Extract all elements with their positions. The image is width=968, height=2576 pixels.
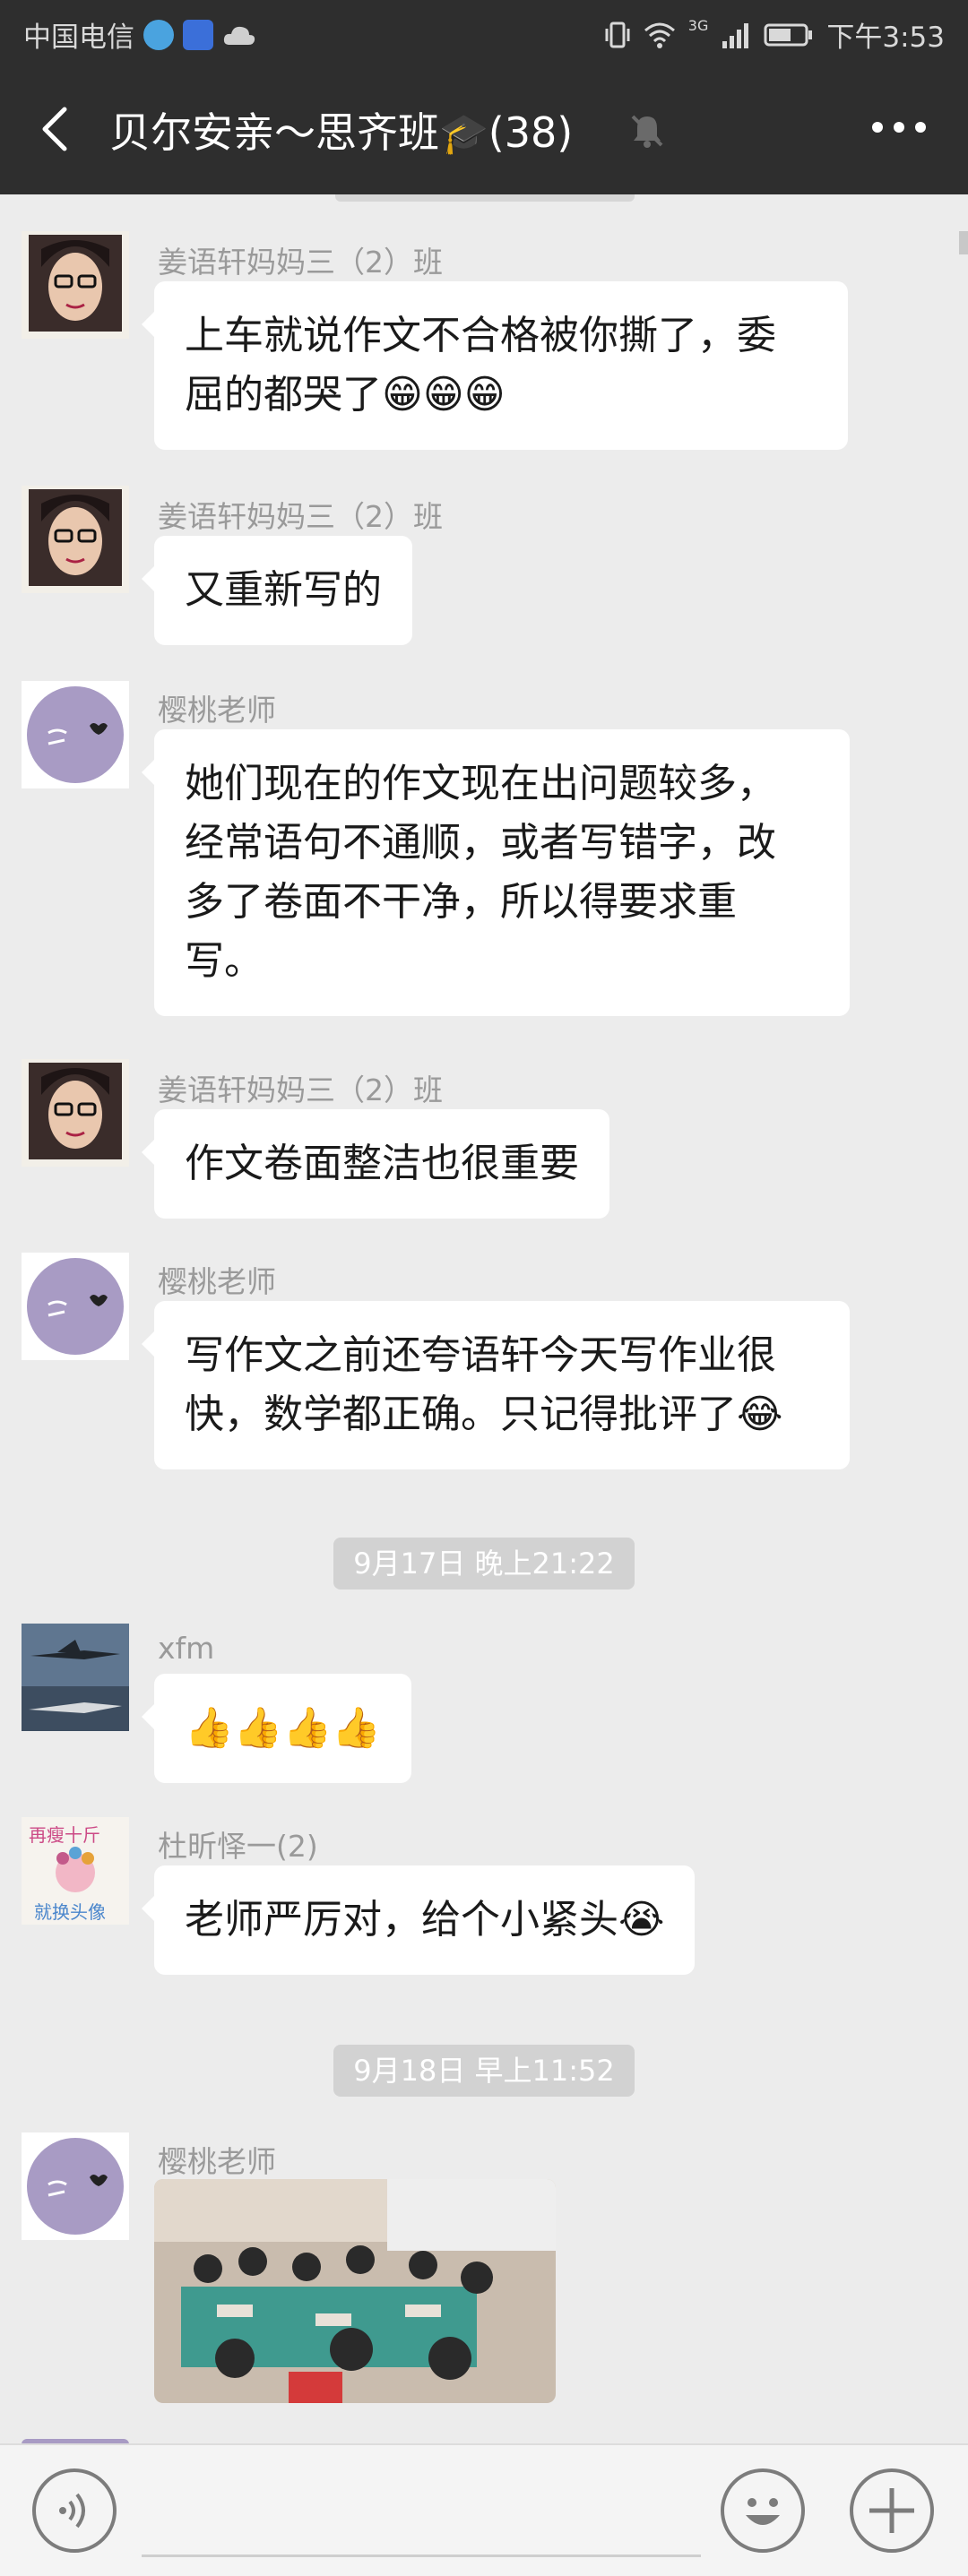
sender-name: 姜语轩妈妈三（2）班 [158,1073,443,1107]
previous-message-edge [335,194,635,202]
message-bubble[interactable]: 上车就说作文不合格被你撕了，委 屈的都哭了😁😁😁 [142,281,848,450]
chat-title: 贝尔安亲～思齐班🎓(38) [109,100,573,159]
avatar[interactable] [22,2132,129,2240]
avatar[interactable] [22,1059,129,1167]
message-line: 老师严厉对，给个小紧头😭 [185,1897,665,1943]
network-type: 3G [687,17,709,34]
plus-button[interactable] [850,2468,934,2553]
scroll-indicator[interactable] [959,231,968,254]
sender-name: 姜语轩妈妈三（2）班 [158,245,443,280]
message-line: 👍👍👍👍 [185,1705,382,1751]
message-bubble[interactable]: 又重新写的 [142,536,412,645]
sender-name: 杜昕怿一(2) [158,1829,318,1864]
avatar-text: 再瘦十斤 [29,1824,100,1846]
status-bar: 中国电信 3G 下午3:53 [0,0,968,65]
member-count: (38) [488,108,574,157]
vibrate-icon [605,22,630,47]
clock: 下午3:53 [826,22,945,54]
avatar[interactable] [22,231,129,339]
avatar-text: 就换头像 [34,1901,106,1923]
message-line: 写。 [185,938,264,984]
avatar[interactable] [22,1253,129,1360]
voice-icon [59,2493,85,2529]
emoji-button[interactable] [721,2468,805,2553]
cloud-icon [223,26,255,45]
carrier-label: 中国电信 [23,22,134,54]
timestamp-chip: 9月17日 晚上21:22 [333,1538,635,1590]
sender-name: 姜语轩妈妈三（2）班 [158,499,443,534]
voice-button[interactable] [32,2468,117,2553]
message-input[interactable] [142,2554,701,2557]
sender-name: 樱桃老师 [158,1264,276,1299]
avatar[interactable] [22,1624,129,1731]
signal-icon [722,22,749,48]
message-line: 作文卷面整洁也很重要 [185,1141,579,1186]
graduation-cap-emoji: 🎓 [439,111,488,157]
sender-name: 樱桃老师 [158,693,276,728]
back-arrow-icon[interactable] [32,104,82,154]
message-line: 屈的都哭了😁😁😁 [185,372,506,418]
emoji-icon [746,2498,780,2525]
message-bubble[interactable]: 作文卷面整洁也很重要 [142,1109,609,1219]
paw-app-icon [183,19,213,50]
group-name: 贝尔安亲～思齐班 [109,108,439,157]
wifi-icon [644,22,675,48]
avatar[interactable] [22,681,129,788]
avatar[interactable]: 再瘦十斤 就换头像 [22,1817,129,1925]
image-message[interactable] [154,2179,556,2403]
message-bubble[interactable]: 👍👍👍👍 [141,1674,412,1783]
message-line: 写作文之前还夸语轩今天写作业很 [185,1332,776,1378]
sender-name: 樱桃老师 [158,2144,276,2179]
telegram-icon [143,19,174,50]
message-line: 她们现在的作文现在出问题较多， [185,761,776,806]
battery-icon [764,23,813,46]
chat-header: 贝尔安亲～思齐班🎓(38) [0,65,968,194]
avatar[interactable] [22,486,129,593]
mute-bell-icon [631,115,663,148]
timestamp-chip: 9月18日 早上11:52 [333,2045,635,2097]
plus-icon [869,2488,914,2533]
message-line: 经常语句不通顺，或者写错字，改 [185,820,776,866]
message-line: 上车就说作文不合格被你撕了，委 [185,313,776,358]
input-bar [0,2443,968,2576]
message-bubble[interactable]: 老师严厉对，给个小紧头😭 [141,1865,696,1975]
message-bubble[interactable]: 写作文之前还夸语轩今天写作业很 快，数学都正确。只记得批评了😂 [142,1301,850,1469]
sender-name: xfm [158,1631,215,1666]
more-icon[interactable] [868,109,930,145]
message-line: 快，数学都正确。只记得批评了😂 [185,1391,783,1437]
message-line: 又重新写的 [185,567,382,613]
message-line: 多了卷面不干净，所以得要求重 [185,879,737,925]
message-bubble[interactable]: 她们现在的作文现在出问题较多， 经常语句不通顺，或者写错字，改 多了卷面不干净，… [142,729,850,1016]
